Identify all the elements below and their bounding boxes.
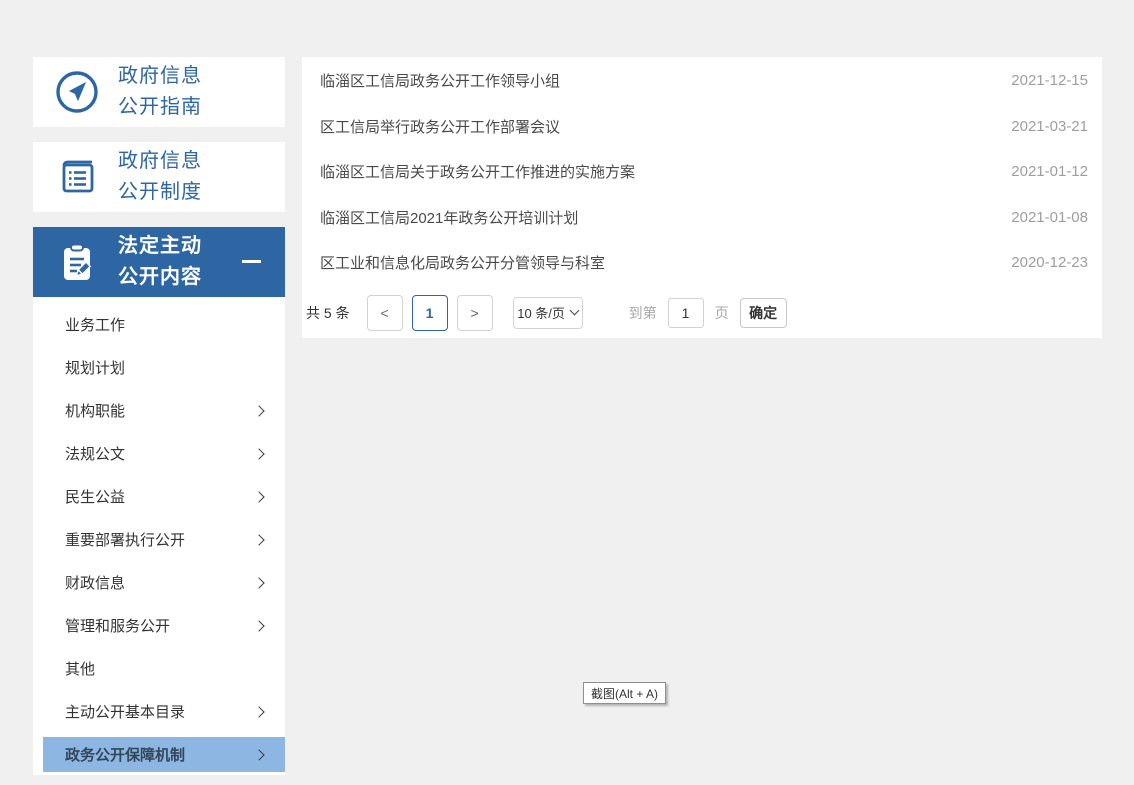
clipboard-pen-icon (53, 238, 101, 286)
sidebar-item[interactable]: 管理和服务公开 (33, 604, 285, 647)
chevron-right-icon (253, 620, 264, 631)
sidebar-item[interactable]: 财政信息 (33, 561, 285, 604)
article-title-link[interactable]: 临淄区工信局关于政务公开工作推进的实施方案 (320, 161, 991, 182)
article-row: 临淄区工信局关于政务公开工作推进的实施方案 2021-01-12 (302, 149, 1102, 195)
article-row: 区工信局举行政务公开工作部署会议 2021-03-21 (302, 104, 1102, 150)
panel-label-line2: 公开制度 (118, 177, 202, 208)
pagination-total: 共 5 条 (306, 303, 350, 323)
article-date: 2021-12-15 (1011, 72, 1088, 89)
sidebar-item-label: 规划计划 (65, 357, 125, 378)
sidebar-item[interactable]: 主动公开基本目录 (33, 690, 285, 733)
chevron-right-icon (253, 749, 264, 760)
panel-label-line1: 政府信息 (118, 146, 202, 177)
sidebar-item[interactable]: 其他 (33, 647, 285, 690)
panel-label-line2: 公开指南 (118, 92, 202, 123)
page-size-select[interactable]: 10 条/页 (513, 297, 583, 329)
screenshot-tooltip: 截图(Alt + A) (583, 682, 666, 704)
screenshot-tooltip-label: 截图(Alt + A) (591, 685, 658, 702)
article-date: 2021-01-12 (1011, 163, 1088, 180)
sidebar-item[interactable]: 规划计划 (33, 346, 285, 389)
article-list: 临淄区工信局政务公开工作领导小组 2021-12-15 区工信局举行政务公开工作部署… (302, 58, 1102, 286)
sidebar-item[interactable]: 法规公文 (33, 432, 285, 475)
sidebar-panel-label: 法定主动 公开内容 (118, 231, 202, 293)
notebook-icon (53, 153, 101, 201)
sidebar-item[interactable]: 重要部署执行公开 (33, 518, 285, 561)
sidebar-item-label: 主动公开基本目录 (65, 701, 185, 722)
next-page-button[interactable]: > (457, 295, 493, 331)
goto-prefix-label: 到第 (629, 303, 657, 323)
sidebar-item-label: 法规公文 (65, 443, 125, 464)
chevron-right-icon (253, 534, 264, 545)
article-row: 临淄区工信局2021年政务公开培训计划 2021-01-08 (302, 195, 1102, 241)
chevron-right-icon (253, 405, 264, 416)
goto-page-group: 到第 页 (629, 298, 729, 328)
sidebar-panel-system[interactable]: 政府信息 公开制度 (33, 142, 285, 212)
article-date: 2021-03-21 (1011, 118, 1088, 135)
article-row: 临淄区工信局政务公开工作领导小组 2021-12-15 (302, 58, 1102, 104)
sidebar-panel-guide[interactable]: 政府信息 公开指南 (33, 57, 285, 127)
sidebar-item-label: 管理和服务公开 (65, 615, 170, 636)
article-date: 2020-12-23 (1011, 254, 1088, 271)
confirm-button[interactable]: 确定 (740, 298, 787, 328)
sidebar-item-label: 政务公开保障机制 (65, 744, 185, 765)
chevron-right-icon (253, 491, 264, 502)
panel-label-line1: 政府信息 (118, 61, 202, 92)
minus-icon[interactable] (242, 260, 261, 263)
article-title-link[interactable]: 临淄区工信局2021年政务公开培训计划 (320, 207, 991, 228)
sidebar-item-label: 业务工作 (65, 314, 125, 335)
page-size-label: 10 条/页 (517, 303, 565, 322)
sidebar-item-label: 机构职能 (65, 400, 125, 421)
panel-label-line2: 公开内容 (118, 262, 202, 293)
article-title-link[interactable]: 临淄区工信局政务公开工作领导小组 (320, 70, 991, 91)
article-date: 2021-01-08 (1011, 209, 1088, 226)
goto-suffix-label: 页 (715, 303, 729, 323)
article-title-link[interactable]: 区工业和信息化局政务公开分管领导与科室 (320, 252, 991, 273)
panel-label-line1: 法定主动 (118, 231, 202, 262)
sidebar-menu: 业务工作规划计划机构职能法规公文民生公益重要部署执行公开财政信息管理和服务公开其… (33, 297, 285, 775)
sidebar-item[interactable]: 机构职能 (33, 389, 285, 432)
article-row: 区工业和信息化局政务公开分管领导与科室 2020-12-23 (302, 240, 1102, 286)
compass-icon (53, 68, 101, 116)
sidebar-panel-label: 政府信息 公开指南 (118, 61, 202, 123)
sidebar-item-label: 其他 (65, 658, 95, 679)
chevron-right-icon (253, 577, 264, 588)
sidebar-item[interactable]: 民生公益 (33, 475, 285, 518)
sidebar-item-label: 财政信息 (65, 572, 125, 593)
chevron-right-icon (253, 706, 264, 717)
pagination-bar: 共 5 条 < 1 > 10 条/页 到第 页 确定 (302, 295, 1102, 331)
article-title-link[interactable]: 区工信局举行政务公开工作部署会议 (320, 116, 991, 137)
sidebar-item[interactable]: 业务工作 (33, 303, 285, 346)
sidebar-item-label: 重要部署执行公开 (65, 529, 185, 550)
chevron-down-icon (569, 306, 579, 316)
prev-page-button[interactable]: < (367, 295, 403, 331)
main-content: 临淄区工信局政务公开工作领导小组 2021-12-15 区工信局举行政务公开工作部署… (302, 57, 1102, 338)
page: { "page": { "background_color": "#f0f0f0… (0, 0, 1134, 785)
sidebar-panel-statutory-active[interactable]: 法定主动 公开内容 (33, 227, 285, 297)
chevron-right-icon (253, 448, 264, 459)
sidebar-item[interactable]: 政务公开保障机制 (43, 737, 285, 772)
sidebar-item-label: 民生公益 (65, 486, 125, 507)
sidebar-panel-label: 政府信息 公开制度 (118, 146, 202, 208)
page-number-button[interactable]: 1 (412, 295, 448, 331)
goto-page-input[interactable] (668, 298, 704, 328)
